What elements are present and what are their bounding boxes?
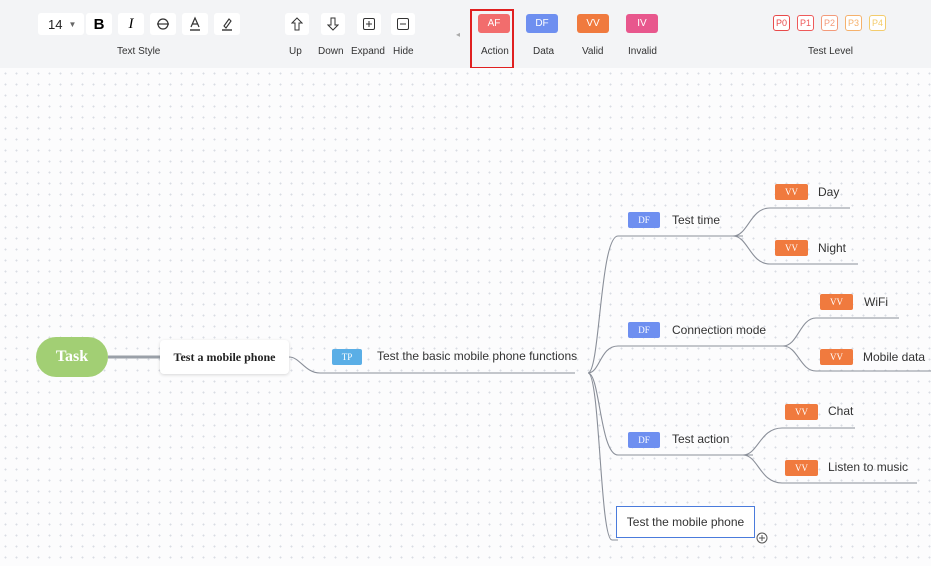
leaf-node-wifi[interactable]: WiFi <box>864 295 888 309</box>
vv-badge: VV <box>820 349 853 365</box>
editing-node-input[interactable]: Test the mobile phone <box>616 506 755 538</box>
level1-node[interactable]: Test a mobile phone <box>160 340 289 374</box>
df-badge: DF <box>628 432 660 448</box>
vv-badge: VV <box>785 460 818 476</box>
df-badge: DF <box>628 212 660 228</box>
df-badge: DF <box>628 322 660 338</box>
vv-badge: VV <box>775 184 808 200</box>
branch-node-test-action[interactable]: Test action <box>672 432 729 446</box>
branch-node-connection-mode[interactable]: Connection mode <box>672 323 766 337</box>
leaf-node-chat[interactable]: Chat <box>828 404 853 418</box>
add-node-icon[interactable] <box>756 532 768 544</box>
vv-badge: VV <box>820 294 853 310</box>
leaf-node-night[interactable]: Night <box>818 241 846 255</box>
tp-badge: TP <box>332 349 362 365</box>
branch-node-test-time[interactable]: Test time <box>672 213 720 227</box>
vv-badge: VV <box>785 404 818 420</box>
leaf-node-mobile-data[interactable]: Mobile data <box>863 350 925 364</box>
mindmap-connectors <box>108 207 931 541</box>
leaf-node-listen-to-music[interactable]: Listen to music <box>828 460 908 474</box>
level2-node-text[interactable]: Test the basic mobile phone functions <box>377 349 577 363</box>
leaf-node-day[interactable]: Day <box>818 185 839 199</box>
root-node[interactable]: Task <box>36 337 108 377</box>
vv-badge: VV <box>775 240 808 256</box>
